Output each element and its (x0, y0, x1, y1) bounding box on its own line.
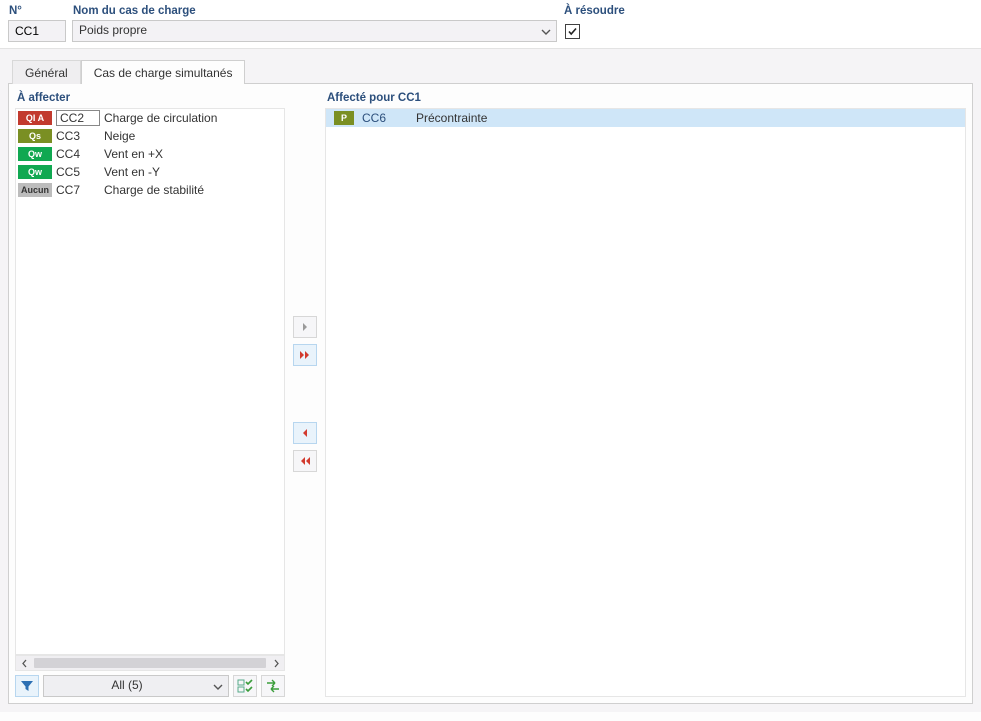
num-label: N° (8, 5, 66, 17)
assigned-title: Affecté pour CC1 (325, 90, 966, 108)
category-tag: P (334, 111, 354, 125)
move-all-left-button[interactable] (293, 450, 317, 472)
load-case-desc: Charge de circulation (104, 111, 282, 125)
category-tag: Qw (18, 147, 52, 161)
filter-button[interactable] (15, 675, 39, 697)
scroll-left-icon[interactable] (16, 656, 32, 670)
load-case-code[interactable]: CC2 (56, 110, 100, 126)
solve-label: À résoudre (563, 5, 973, 17)
move-left-button[interactable] (293, 422, 317, 444)
load-case-code: CC4 (56, 147, 100, 161)
category-tag: Qw (18, 165, 52, 179)
category-tag: Qs (18, 129, 52, 143)
swap-icon (265, 679, 281, 693)
list-item[interactable]: Qw CC4 Vent en +X (16, 145, 284, 163)
scroll-thumb[interactable] (34, 658, 266, 668)
load-case-desc: Précontrainte (416, 111, 963, 125)
name-label: Nom du cas de charge (72, 5, 557, 17)
scroll-right-icon[interactable] (268, 656, 284, 670)
tab-general[interactable]: Général (12, 60, 81, 84)
load-case-code: CC5 (56, 165, 100, 179)
list-item[interactable]: Qs CC3 Neige (16, 127, 284, 145)
num-input[interactable] (8, 20, 66, 42)
list-item[interactable]: Aucun CC7 Charge de stabilité (16, 181, 284, 199)
tab-simultaneous[interactable]: Cas de charge simultanés (81, 60, 246, 84)
arrow-left-icon (300, 428, 310, 438)
solve-checkbox[interactable] (565, 24, 580, 39)
load-case-code: CC6 (358, 111, 412, 125)
list-item[interactable]: QI A CC2 Charge de circulation (16, 109, 284, 127)
funnel-icon (20, 679, 34, 693)
select-all-button[interactable] (233, 675, 257, 697)
load-case-desc: Vent en -Y (104, 165, 282, 179)
move-right-button[interactable] (293, 316, 317, 338)
list-item[interactable]: Qw CC5 Vent en -Y (16, 163, 284, 181)
list-item[interactable]: P CC6 Précontrainte (326, 109, 965, 127)
load-case-code: CC7 (56, 183, 100, 197)
swap-button[interactable] (261, 675, 285, 697)
filter-dropdown[interactable]: All (5) (43, 675, 229, 697)
load-case-code: CC3 (56, 129, 100, 143)
arrow-right-icon (300, 322, 310, 332)
load-case-desc: Charge de stabilité (104, 183, 282, 197)
to-assign-list[interactable]: QI A CC2 Charge de circulation Qs CC3 Ne… (15, 108, 285, 655)
horizontal-scrollbar[interactable] (15, 655, 285, 671)
load-case-desc: Vent en +X (104, 147, 282, 161)
double-arrow-left-icon (298, 456, 312, 466)
to-assign-title: À affecter (15, 90, 285, 108)
category-tag: QI A (18, 111, 52, 125)
assigned-list[interactable]: P CC6 Précontrainte (325, 108, 966, 697)
move-all-right-button[interactable] (293, 344, 317, 366)
check-list-icon (237, 679, 253, 693)
load-case-desc: Neige (104, 129, 282, 143)
double-arrow-right-icon (298, 350, 312, 360)
category-tag: Aucun (18, 183, 52, 197)
name-select[interactable]: Poids propre (72, 20, 557, 42)
